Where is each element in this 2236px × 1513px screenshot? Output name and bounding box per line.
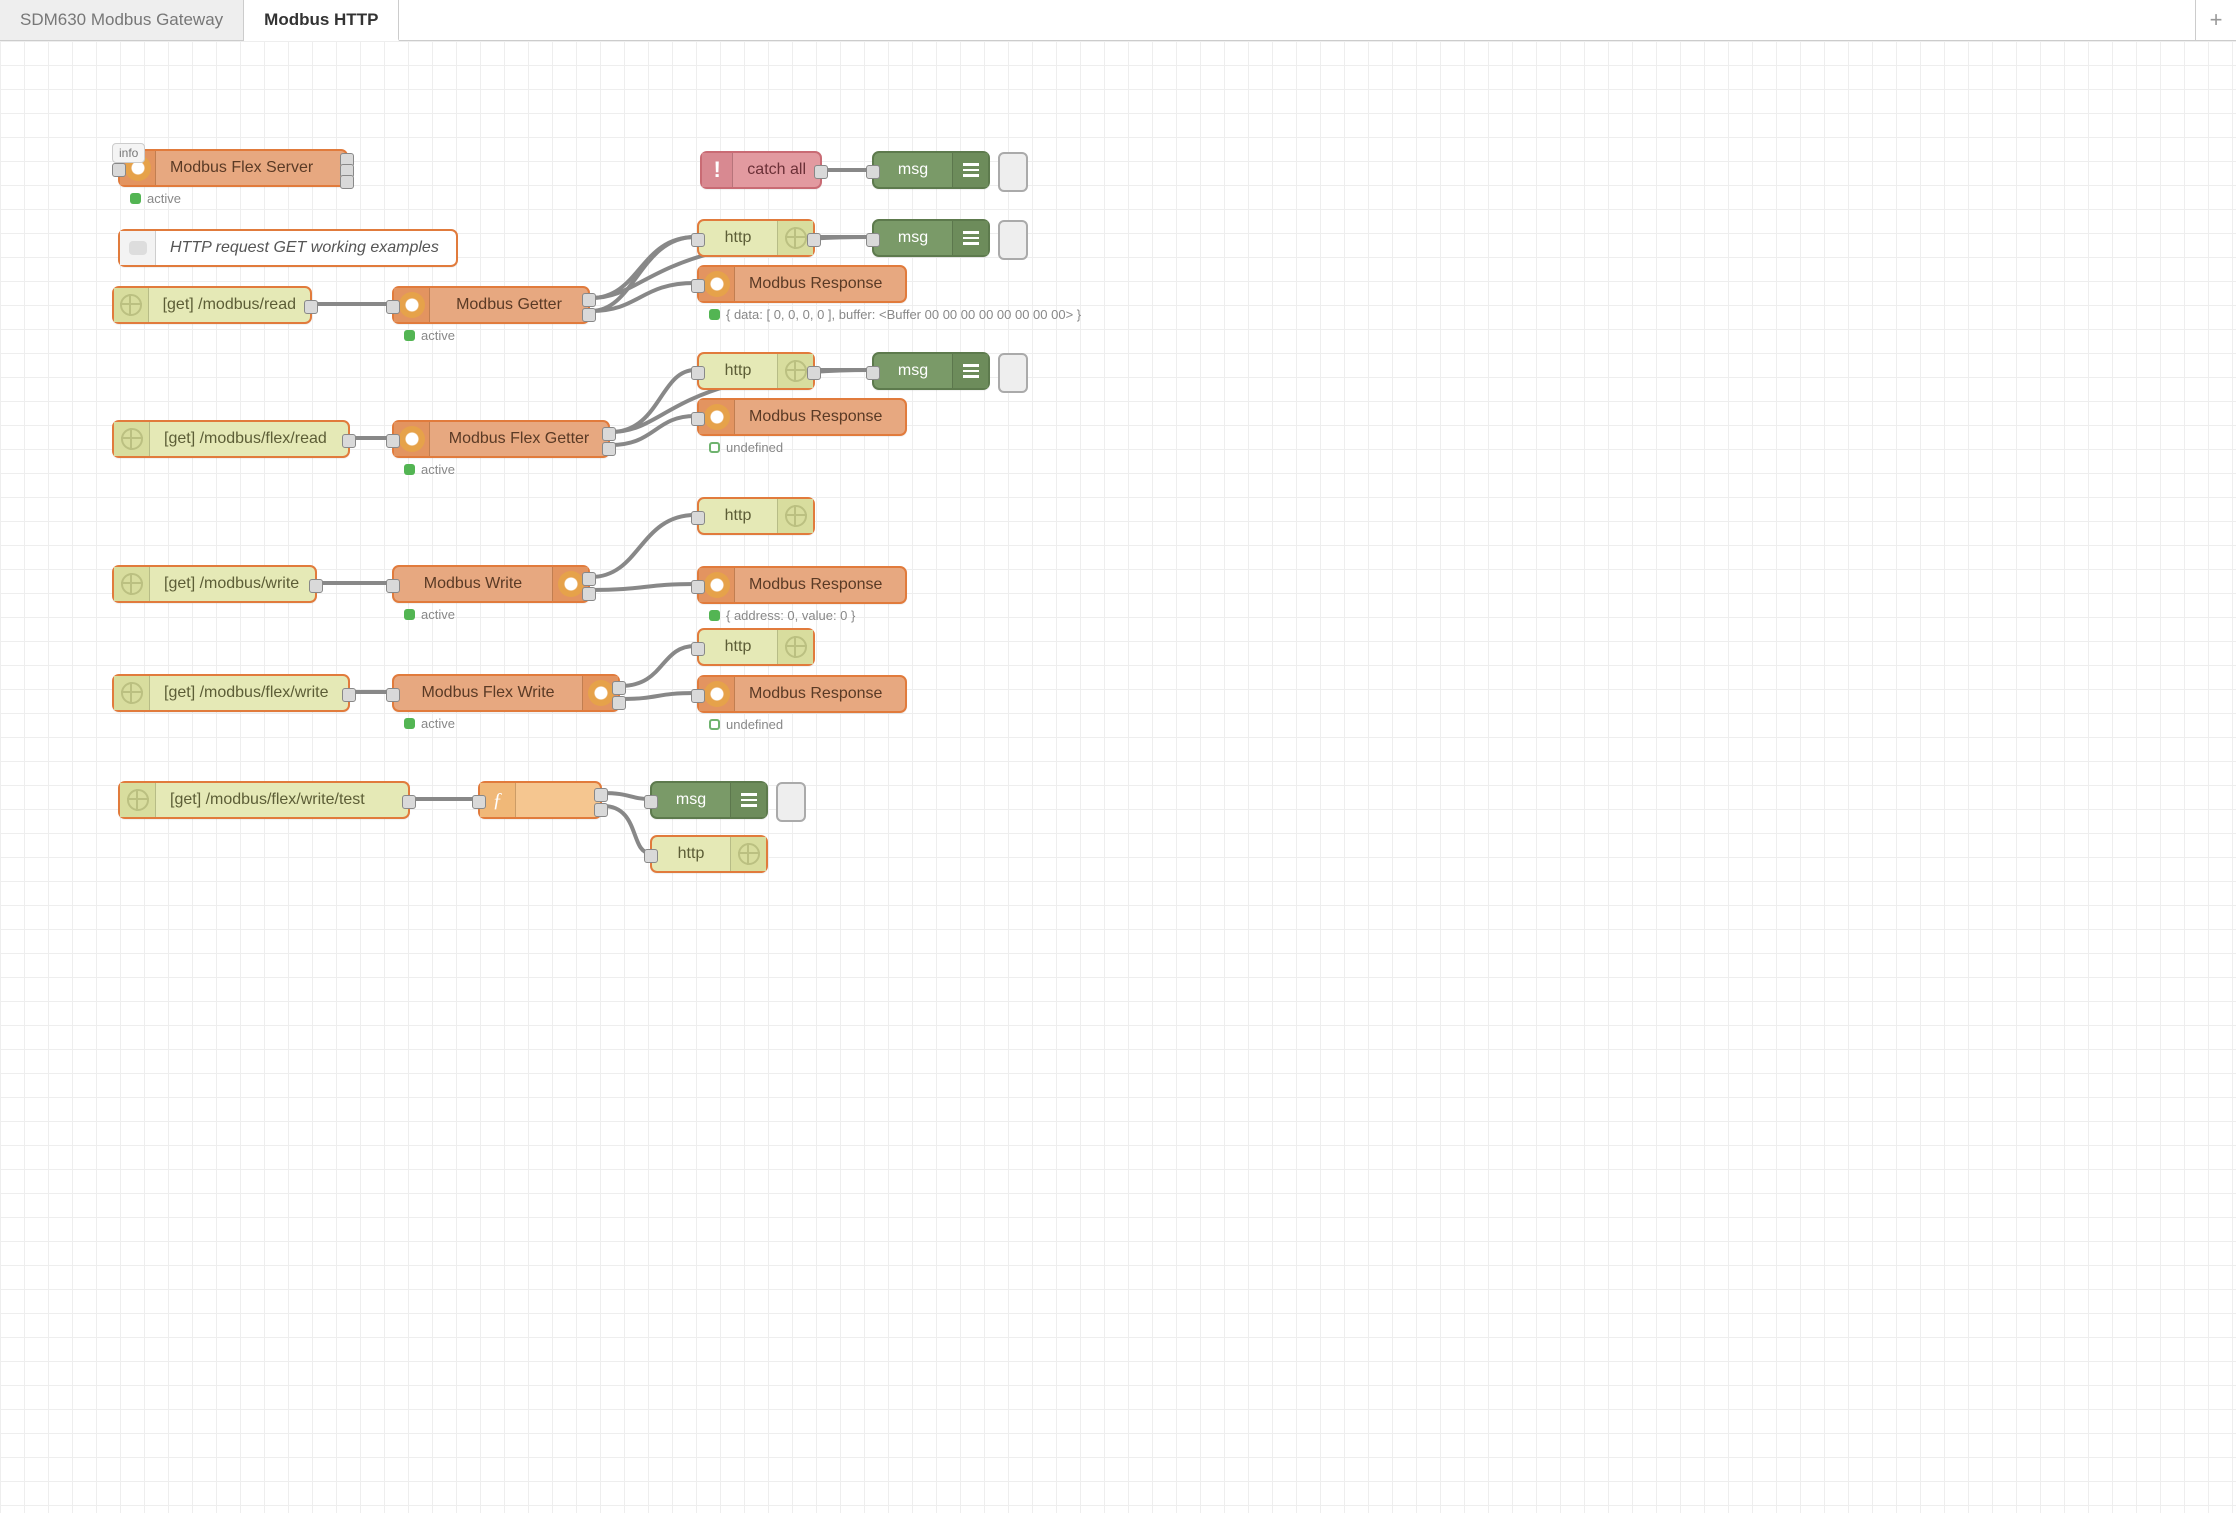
- node-function[interactable]: ƒ: [478, 781, 602, 819]
- node-debug-msg[interactable]: msg: [872, 352, 990, 390]
- globe-icon: [730, 837, 766, 871]
- node-label: Modbus Response: [735, 576, 905, 594]
- comment-icon: [120, 231, 156, 265]
- node-label: http: [699, 229, 777, 247]
- node-http-response[interactable]: http: [697, 352, 815, 390]
- node-label: HTTP request GET working examples: [156, 239, 456, 257]
- node-http-response[interactable]: http: [697, 628, 815, 666]
- globe-icon: [114, 422, 150, 456]
- node-modbus-flex-server[interactable]: info Modbus Flex Server active: [118, 149, 348, 187]
- node-label: [get] /modbus/flex/write: [150, 684, 348, 702]
- node-debug-msg[interactable]: msg: [650, 781, 768, 819]
- bars-icon: [952, 221, 988, 255]
- node-comment[interactable]: HTTP request GET working examples: [118, 229, 458, 267]
- node-status: { data: [ 0, 0, 0, 0 ], buffer: <Buffer …: [709, 307, 1081, 322]
- node-status: undefined: [709, 717, 783, 732]
- globe-icon: [777, 630, 813, 664]
- node-status: active: [404, 607, 455, 622]
- debug-toggle-button[interactable]: [776, 782, 806, 822]
- bars-icon: [952, 153, 988, 187]
- node-label: catch all: [733, 161, 820, 179]
- debug-toggle-button[interactable]: [998, 152, 1028, 192]
- debug-toggle-button[interactable]: [998, 353, 1028, 393]
- node-label: http: [652, 845, 730, 863]
- tab-sdm630[interactable]: SDM630 Modbus Gateway: [0, 0, 244, 40]
- flow-canvas[interactable]: info Modbus Flex Server active ! catch a…: [0, 41, 2236, 1513]
- node-status: undefined: [709, 440, 783, 455]
- globe-icon: [120, 783, 156, 817]
- node-label: http: [699, 507, 777, 525]
- node-label: http: [699, 638, 777, 656]
- globe-icon: [777, 499, 813, 533]
- node-label: [get] /modbus/write: [150, 575, 315, 593]
- node-status: active: [404, 328, 455, 343]
- node-label: Modbus Flex Getter: [430, 430, 608, 448]
- node-debug-msg[interactable]: msg: [872, 151, 990, 189]
- globe-icon: [114, 567, 150, 601]
- node-label: msg: [874, 161, 952, 179]
- node-modbus-response[interactable]: Modbus Response { address: 0, value: 0 }: [697, 566, 907, 604]
- node-status: { address: 0, value: 0 }: [709, 608, 855, 623]
- exclamation-icon: !: [702, 153, 733, 187]
- node-http-in-flex-write[interactable]: [get] /modbus/flex/write: [112, 674, 350, 712]
- node-modbus-response[interactable]: Modbus Response undefined: [697, 398, 907, 436]
- node-label: Modbus Flex Server: [156, 159, 346, 177]
- node-label: msg: [652, 791, 730, 809]
- node-http-in-flex-write-test[interactable]: [get] /modbus/flex/write/test: [118, 781, 410, 819]
- node-status: active: [130, 191, 181, 206]
- node-label: Modbus Getter: [430, 296, 588, 314]
- node-http-in-flex-read[interactable]: [get] /modbus/flex/read: [112, 420, 350, 458]
- node-http-in-write[interactable]: [get] /modbus/write: [112, 565, 317, 603]
- globe-icon: [114, 676, 150, 710]
- tab-modbus-http[interactable]: Modbus HTTP: [244, 0, 399, 41]
- info-badge: info: [112, 143, 145, 163]
- node-modbus-response[interactable]: Modbus Response undefined: [697, 675, 907, 713]
- tab-bar: SDM630 Modbus Gateway Modbus HTTP +: [0, 0, 2236, 41]
- node-label: [get] /modbus/flex/read: [150, 430, 348, 448]
- node-modbus-flex-write[interactable]: Modbus Flex Write active: [392, 674, 620, 712]
- node-label: Modbus Response: [735, 275, 905, 293]
- node-label: Modbus Write: [394, 575, 552, 593]
- node-modbus-getter[interactable]: Modbus Getter active: [392, 286, 590, 324]
- bars-icon: [952, 354, 988, 388]
- node-status: active: [404, 716, 455, 731]
- node-http-in-read[interactable]: [get] /modbus/read: [112, 286, 312, 324]
- node-http-response[interactable]: http: [697, 497, 815, 535]
- node-label: msg: [874, 362, 952, 380]
- node-debug-msg[interactable]: msg: [872, 219, 990, 257]
- node-catch-all[interactable]: ! catch all: [700, 151, 822, 189]
- node-label: Modbus Response: [735, 685, 905, 703]
- node-label: msg: [874, 229, 952, 247]
- node-label: [get] /modbus/read: [149, 296, 310, 314]
- node-label: [get] /modbus/flex/write/test: [156, 791, 408, 809]
- debug-toggle-button[interactable]: [998, 220, 1028, 260]
- node-http-response[interactable]: http: [650, 835, 768, 873]
- node-label: http: [699, 362, 777, 380]
- globe-icon: [114, 288, 149, 322]
- node-modbus-flex-getter[interactable]: Modbus Flex Getter active: [392, 420, 610, 458]
- tab-add-button[interactable]: +: [2195, 0, 2236, 40]
- node-label: Modbus Response: [735, 408, 905, 426]
- node-label: Modbus Flex Write: [394, 684, 582, 702]
- bars-icon: [730, 783, 766, 817]
- node-status: active: [404, 462, 455, 477]
- node-modbus-response[interactable]: Modbus Response { data: [ 0, 0, 0, 0 ], …: [697, 265, 907, 303]
- node-http-response[interactable]: http: [697, 219, 815, 257]
- node-modbus-write[interactable]: Modbus Write active: [392, 565, 590, 603]
